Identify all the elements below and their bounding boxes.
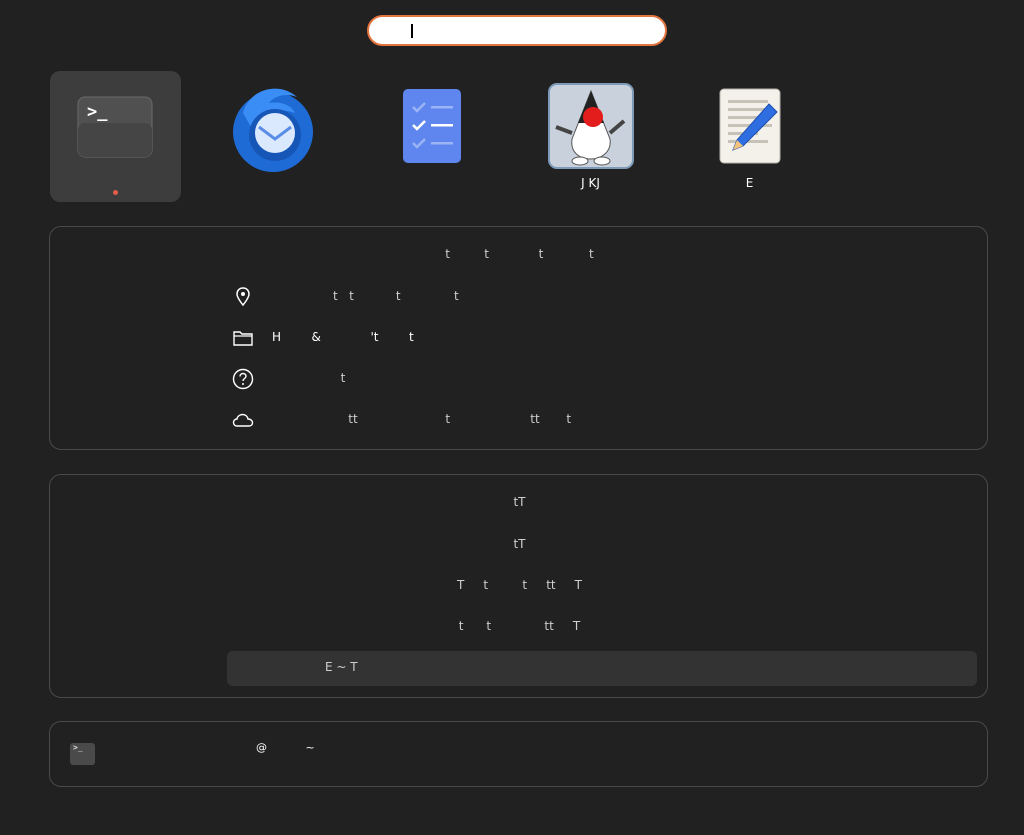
settings-result-label: tt t tt t [272, 412, 572, 426]
search-results-card: tT tT T t t tt T t t tt T E ~ T [49, 474, 988, 698]
result-label: E ~ T [325, 660, 358, 674]
result-item[interactable]: tT [50, 495, 989, 509]
terminal-icon: >_ [70, 743, 95, 765]
terminal-icon: >_ [77, 96, 153, 158]
location-pin-icon [236, 287, 250, 307]
search-input[interactable] [367, 15, 667, 46]
terminal-prompt-symbol: >_ [73, 743, 83, 752]
folder-icon [233, 331, 253, 346]
app-terminal[interactable]: >_ [50, 71, 181, 202]
app-tasks[interactable] [366, 71, 497, 202]
running-indicator [113, 190, 118, 195]
text-editor-icon [719, 88, 781, 164]
app-thunderbird[interactable] [208, 71, 339, 202]
result-item[interactable]: T t t tt T [50, 578, 989, 592]
text-caret [411, 24, 413, 38]
cloud-icon [232, 413, 254, 427]
settings-result-label: H & 't t [272, 330, 414, 344]
result-item-selected[interactable]: E ~ T [227, 651, 977, 686]
app-text-editor[interactable]: E [684, 71, 815, 202]
java-duke-icon [548, 83, 634, 169]
settings-result-title: t t t t [445, 247, 594, 261]
app-label: J KJ [581, 176, 600, 190]
settings-result-label: t [272, 371, 346, 385]
terminal-result-label: @ ~ [256, 741, 315, 754]
help-icon [232, 368, 254, 390]
thunderbird-icon [233, 88, 313, 172]
app-java[interactable]: J KJ [525, 71, 656, 202]
settings-result-label: t t t t [272, 289, 459, 303]
terminal-result-card[interactable]: >_ @ ~ [49, 721, 988, 787]
settings-results-card: t t t t t t t t H & 't t t tt t tt t [49, 226, 988, 450]
result-item[interactable]: tT [50, 537, 989, 551]
app-label: E [745, 176, 754, 190]
result-item[interactable]: t t tt T [50, 619, 989, 633]
tasks-icon [403, 89, 461, 163]
svg-text:>_: >_ [87, 102, 108, 122]
